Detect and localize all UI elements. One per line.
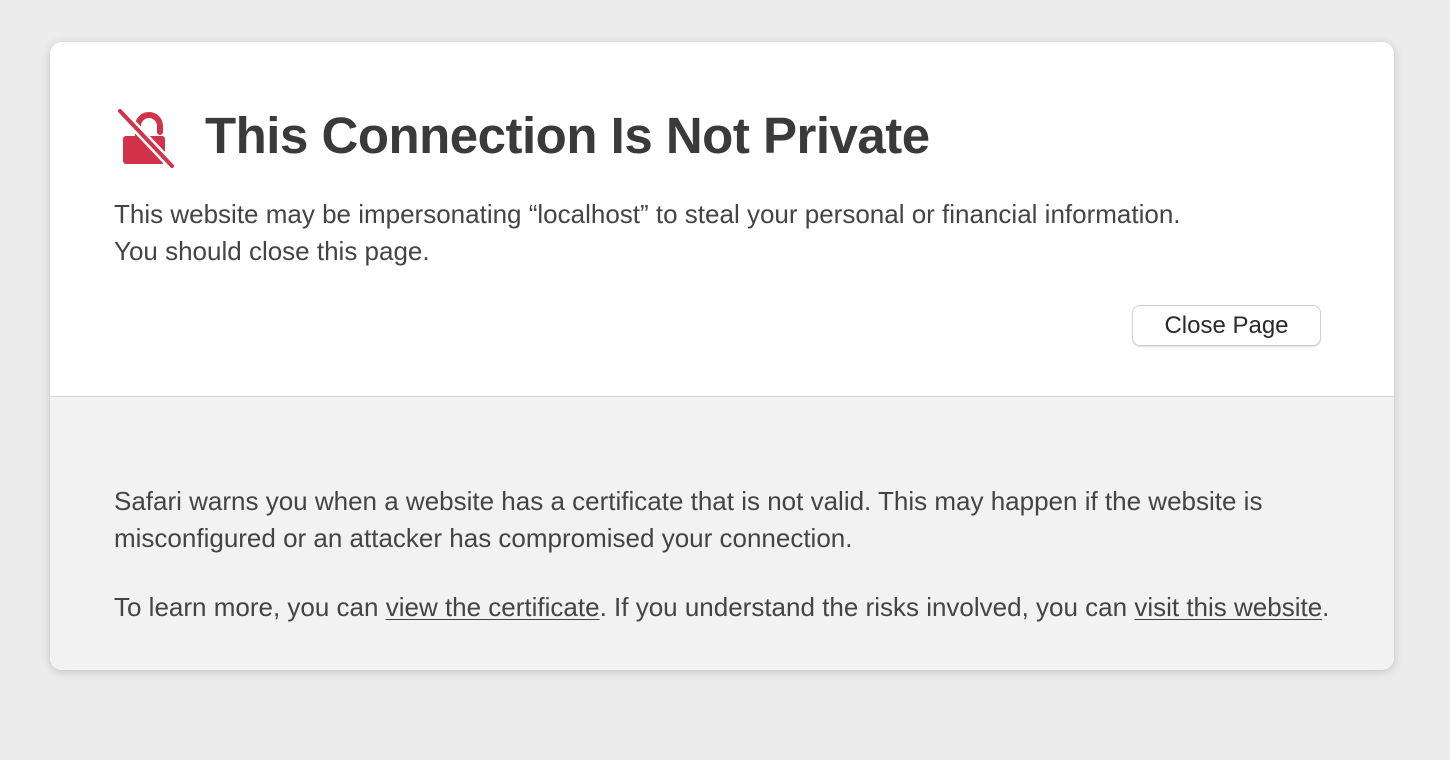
warning-panel: This Connection Is Not Private This webs… bbox=[50, 42, 1394, 670]
details-section: Safari warns you when a website has a ce… bbox=[50, 397, 1394, 670]
learn-more-text: To learn more, you can view the certific… bbox=[114, 589, 1344, 626]
warning-header-section: This Connection Is Not Private This webs… bbox=[50, 42, 1394, 396]
certificate-explanation: Safari warns you when a website has a ce… bbox=[114, 486, 1263, 553]
learn-more-middle: . If you understand the risks involved, … bbox=[599, 592, 1135, 622]
warning-message-line-2: You should close this page. bbox=[114, 236, 430, 266]
warning-message: This website may be impersonating “local… bbox=[114, 196, 1344, 270]
learn-more-suffix: . bbox=[1322, 592, 1330, 622]
warning-message-line-1: This website may be impersonating “local… bbox=[114, 199, 1181, 229]
visit-website-link[interactable]: visit this website bbox=[1134, 592, 1322, 622]
page-title: This Connection Is Not Private bbox=[205, 107, 930, 164]
close-page-button[interactable]: Close Page bbox=[1132, 305, 1321, 346]
view-certificate-link[interactable]: view the certificate bbox=[386, 592, 600, 622]
broken-lock-icon bbox=[115, 106, 176, 168]
learn-more-prefix: To learn more, you can bbox=[114, 592, 386, 622]
